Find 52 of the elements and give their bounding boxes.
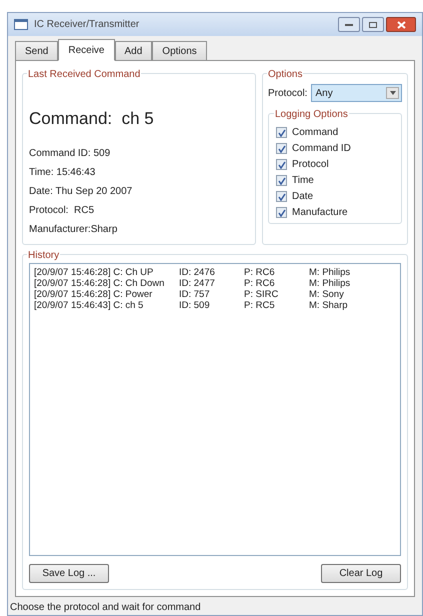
history-id: ID: 757 [179,289,211,300]
history-id: ID: 2476 [179,267,216,278]
group-title: Logging Options [274,107,349,122]
history-manufacturer: M: Sony [309,289,344,300]
checkbox-label: Time [292,174,314,188]
history-entry: [20/9/07 15:46:43] C: ch 5 [34,300,144,311]
protocol-dropdown[interactable]: Any [311,84,402,102]
history-entry: [20/9/07 15:46:28] C: Ch Down [34,278,166,289]
protocol-label: Protocol: [268,86,308,100]
history-entry: [20/9/07 15:46:28] C: Power [34,289,154,300]
history-manufacturer: M: Philips [309,267,350,278]
checkbox[interactable] [276,207,287,218]
close-button[interactable] [386,17,416,32]
group-title: History [27,248,60,263]
detail-text: Manufacturer:Sharp [29,222,118,236]
history-manufacturer: M: Philips [309,278,350,289]
checkbox-label: Manufacture [292,206,348,220]
log-button[interactable]: Save Log ... [29,564,109,583]
maximize-button[interactable] [362,17,384,32]
window-title: IC Receiver/Transmitter [34,18,140,32]
checkbox[interactable] [276,143,287,154]
checkbox-label: Protocol [292,158,329,172]
history-protocol: P: SIRC [244,289,280,300]
close-icon [396,20,406,28]
window-icon [14,19,28,30]
checkbox[interactable] [276,127,287,138]
tab[interactable]: Options [152,41,207,60]
detail-text: Date: Thu Sep 20 2007 [29,184,134,198]
history-protocol: P: RC6 [244,267,276,278]
tab[interactable]: Send [15,41,58,60]
history-manufacturer: M: Sharp [309,300,348,311]
checkbox[interactable] [276,175,287,186]
history-id: ID: 2477 [179,278,216,289]
checkbox-label: Command [292,126,338,140]
checkbox-label: Date [292,190,314,204]
checkbox-label: Command ID [292,142,351,156]
checkbox[interactable] [276,191,287,202]
detail-text: Time: 15:46:43 [29,166,96,180]
history-protocol: P: RC5 [244,300,276,311]
minimize-button[interactable] [338,17,360,32]
log-button[interactable]: Clear Log [321,564,401,583]
tab[interactable]: Add [114,41,152,60]
command-text: Command: ch 5 [29,108,155,130]
history-id: ID: 509 [179,300,211,311]
tab[interactable]: Receive [58,39,114,61]
history-protocol: P: RC6 [244,278,276,289]
checkbox[interactable] [276,159,287,170]
detail-text: Command ID: 509 [29,146,112,160]
detail-text: Protocol: RC5 [29,204,96,218]
group-title: Options [267,67,304,82]
history-entry: [20/9/07 15:46:28] C: Ch UP [34,267,154,278]
status-text: Choose the protocol and wait for command [10,600,201,614]
